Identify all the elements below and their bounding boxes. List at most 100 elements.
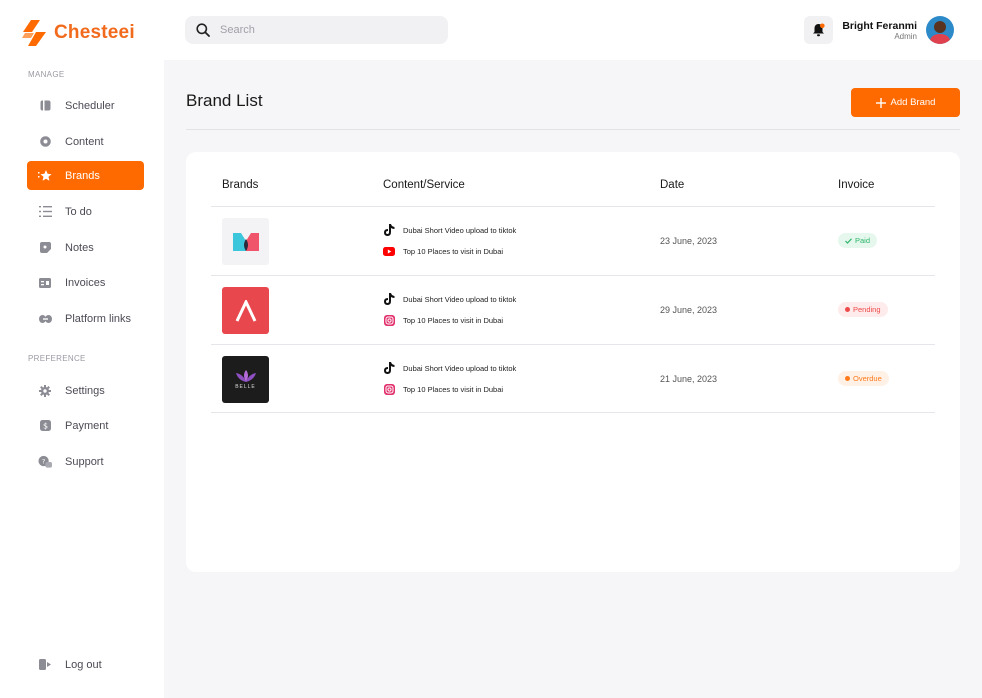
row-date: 21 June, 2023 [660, 374, 718, 384]
status-label: Pending [853, 305, 881, 314]
row-date: 29 June, 2023 [660, 305, 718, 315]
link-icon [38, 312, 52, 326]
service-item: Top 10 Places to visit in Dubai [383, 245, 503, 257]
svg-text:$: $ [42, 422, 47, 431]
tiktok-icon [383, 224, 395, 236]
instagram-icon [383, 314, 395, 326]
sidebar-item-payment[interactable]: $ Payment [27, 411, 144, 440]
page-title: Brand List [186, 91, 263, 110]
check-icon [845, 237, 852, 244]
belle-logo-text: BELLE [235, 384, 256, 390]
table-row[interactable]: BELLE Dubai Short Video upload to tiktok… [211, 344, 935, 413]
sidebar-item-label: Support [65, 455, 104, 468]
topbar: Bright Feranmi Admin [164, 0, 982, 60]
m-logo-icon [232, 232, 259, 251]
status-badge: Paid [838, 233, 878, 248]
service-text: Dubai Short Video upload to tiktok [403, 225, 517, 235]
brand-logo[interactable] [222, 287, 269, 334]
service-text: Dubai Short Video upload to tiktok [403, 363, 517, 373]
dollar-icon: $ [38, 419, 52, 433]
gear-icon [38, 384, 52, 398]
table-row[interactable]: Dubai Short Video upload to tiktok Top 1… [211, 206, 935, 275]
sidebar-item-label: To do [65, 205, 92, 218]
invoice-icon [38, 276, 52, 290]
avatar[interactable] [926, 16, 954, 44]
sidebar-item-label: Content [65, 135, 104, 148]
list-icon [38, 205, 52, 219]
service-item: Top 10 Places to visit in Dubai [383, 383, 503, 395]
service-item: Dubai Short Video upload to tiktok [383, 224, 516, 236]
sidebar-item-label: Payment [65, 419, 109, 432]
sidebar-item-label: Platform links [65, 312, 132, 325]
sidebar-item-support[interactable]: ? Support [27, 447, 144, 476]
star-icon [38, 169, 52, 183]
user-name: Bright Feranmi [842, 20, 917, 32]
lambda-logo-icon [235, 299, 256, 322]
service-item: Dubai Short Video upload to tiktok [383, 293, 516, 305]
table-row[interactable]: Dubai Short Video upload to tiktok Top 1… [211, 275, 935, 344]
tiktok-icon [383, 362, 395, 374]
sidebar-item-label: Brands [65, 169, 100, 182]
add-brand-button[interactable]: Add Brand [851, 88, 960, 117]
status-dot [845, 376, 850, 381]
status-badge: Overdue [838, 371, 889, 386]
support-icon: ? [38, 455, 52, 469]
row-date: 23 June, 2023 [660, 236, 718, 246]
sidebar-item-invoices[interactable]: Invoices [27, 268, 144, 297]
sidebar-item-platform-links[interactable]: Platform links [27, 304, 144, 333]
sidebar: Chesteei MANAGE Scheduler Content Brands… [0, 0, 164, 698]
bell-icon [813, 23, 825, 37]
search-bar[interactable] [185, 16, 448, 44]
brand-table-card: Brands Content/Service Date Invoice Duba… [186, 152, 960, 572]
logout-button[interactable]: Log out [27, 650, 144, 679]
column-header-invoice[interactable]: Invoice [838, 179, 874, 191]
play-icon [38, 135, 52, 149]
sidebar-item-notes[interactable]: Notes [27, 233, 144, 262]
youtube-icon [383, 245, 395, 257]
calendar-icon [38, 99, 52, 113]
sidebar-item-todo[interactable]: To do [27, 197, 144, 226]
plus-icon [875, 97, 886, 108]
service-text: Top 10 Places to visit in Dubai [403, 384, 504, 394]
column-header-date[interactable]: Date [660, 179, 684, 191]
header-divider [186, 129, 960, 130]
brand-logo[interactable]: BELLE [222, 356, 269, 403]
status-dot [845, 307, 850, 312]
sidebar-item-label: Scheduler [65, 99, 115, 112]
notification-button[interactable] [804, 16, 833, 44]
column-header-content[interactable]: Content/Service [383, 179, 465, 191]
brand-logo[interactable] [222, 218, 269, 265]
app-name: Chesteei [54, 22, 135, 43]
sidebar-item-label: Settings [65, 384, 105, 397]
sidebar-item-label: Notes [65, 241, 94, 254]
column-header-brands[interactable]: Brands [222, 179, 258, 191]
logout-icon [38, 658, 52, 672]
sidebar-item-brands[interactable]: Brands [27, 161, 144, 190]
service-item: Top 10 Places to visit in Dubai [383, 314, 503, 326]
status-label: Paid [855, 236, 871, 245]
sidebar-item-content[interactable]: Content [27, 127, 144, 156]
status-label: Overdue [853, 374, 882, 383]
status-badge: Pending [838, 302, 888, 317]
main-content: Bright Feranmi Admin Brand List Add Bran… [164, 0, 982, 698]
instagram-icon [383, 383, 395, 395]
preference-section-label: PREFERENCE [28, 354, 86, 363]
sidebar-item-scheduler[interactable]: Scheduler [27, 91, 144, 120]
service-item: Dubai Short Video upload to tiktok [383, 362, 516, 374]
sidebar-item-label: Invoices [65, 276, 106, 289]
search-input[interactable] [220, 24, 420, 36]
svg-text:?: ? [42, 457, 45, 465]
chesteei-logo-icon [22, 20, 46, 46]
search-icon [196, 23, 210, 37]
lotus-logo-icon [235, 370, 256, 382]
manage-section-label: MANAGE [28, 70, 65, 79]
note-icon [38, 241, 52, 255]
app-logo[interactable]: Chesteei [22, 20, 135, 46]
tiktok-icon [383, 293, 395, 305]
service-text: Top 10 Places to visit in Dubai [403, 315, 504, 325]
sidebar-item-settings[interactable]: Settings [27, 376, 144, 405]
logout-label: Log out [65, 658, 102, 671]
service-text: Top 10 Places to visit in Dubai [403, 246, 504, 256]
user-role: Admin [894, 32, 917, 41]
add-brand-label: Add Brand [890, 97, 936, 108]
